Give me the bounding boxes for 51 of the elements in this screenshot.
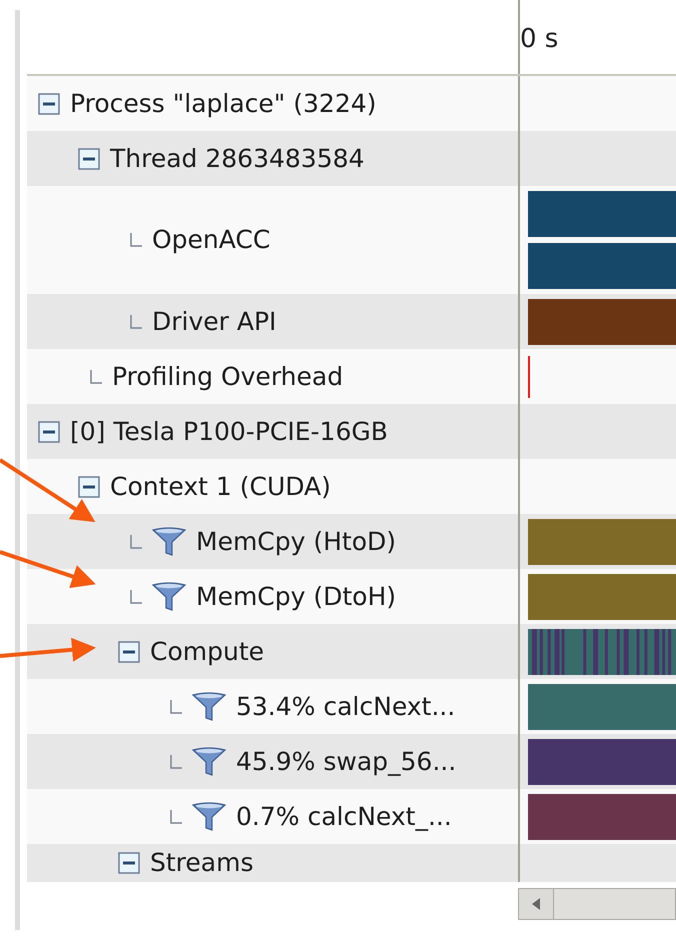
tree-row-label: MemCpy (HtoD) <box>196 526 396 558</box>
tree-row-label: 45.9% swap_56... <box>236 746 456 778</box>
tree-row-label: Profiling Overhead <box>112 360 344 393</box>
tree-row[interactable]: Context 1 (CUDA) <box>27 459 518 514</box>
tree-row-label: MemCpy (DtoH) <box>196 580 396 613</box>
horizontal-scrollbar[interactable] <box>518 888 676 920</box>
tree-row[interactable]: 45.9% swap_56... <box>27 734 518 789</box>
tree-row-label: Compute <box>150 636 264 668</box>
tree-row-label: Thread 2863483584 <box>110 142 364 175</box>
filter-icon[interactable] <box>152 526 186 556</box>
scroll-left-icon[interactable] <box>519 889 554 919</box>
tree-connector-icon <box>90 370 102 384</box>
collapse-icon[interactable] <box>118 640 140 662</box>
tree-row[interactable]: OpenACC <box>27 186 518 294</box>
tree-connector-icon <box>170 754 182 768</box>
tree-row-label: OpenACC <box>152 224 270 256</box>
tree-row[interactable]: Streams <box>27 844 518 882</box>
tree-row[interactable]: MemCpy (HtoD) <box>27 514 518 569</box>
tree-row[interactable]: MemCpy (DtoH) <box>27 569 518 624</box>
tree-row[interactable]: Thread 2863483584 <box>27 131 518 186</box>
tree-row-label: Process "laplace" (3224) <box>70 88 376 120</box>
tree-row-label: Driver API <box>152 306 276 338</box>
tree-connector-icon <box>130 534 142 548</box>
filter-icon[interactable] <box>192 692 226 722</box>
tree-row[interactable]: Compute <box>27 624 518 679</box>
time-ruler-label: 0 s <box>520 26 560 52</box>
collapse-icon[interactable] <box>78 476 100 498</box>
tree-row[interactable]: [0] Tesla P100-PCIE-16GB <box>27 404 518 459</box>
tree-row[interactable]: 53.4% calcNext... <box>27 679 518 734</box>
tree-connector-icon <box>170 700 182 714</box>
tree-row-label: Context 1 (CUDA) <box>110 470 331 503</box>
tree-connector-icon <box>130 590 142 604</box>
filter-icon[interactable] <box>192 802 226 832</box>
tree-row-label: 53.4% calcNext... <box>236 690 456 723</box>
filter-icon[interactable] <box>152 582 186 612</box>
collapse-icon[interactable] <box>38 92 60 114</box>
timeline-marker[interactable] <box>528 356 530 398</box>
tree-row-label: Streams <box>150 847 254 880</box>
tree-connector-icon <box>170 810 182 824</box>
collapse-icon[interactable] <box>118 852 140 874</box>
tree-row[interactable]: Profiling Overhead <box>27 349 518 404</box>
tree-connector-icon <box>130 233 142 247</box>
collapse-icon[interactable] <box>78 148 100 170</box>
collapse-icon[interactable] <box>38 420 60 442</box>
tree-row-label: 0.7% calcNext_... <box>236 800 452 833</box>
tree-row[interactable]: Process "laplace" (3224) <box>27 76 518 131</box>
tree-row[interactable]: Driver API <box>27 294 518 349</box>
filter-icon[interactable] <box>192 746 226 776</box>
tree-connector-icon <box>130 314 142 328</box>
tree-row[interactable]: 0.7% calcNext_... <box>27 789 518 844</box>
tree-row-label: [0] Tesla P100-PCIE-16GB <box>70 416 388 448</box>
